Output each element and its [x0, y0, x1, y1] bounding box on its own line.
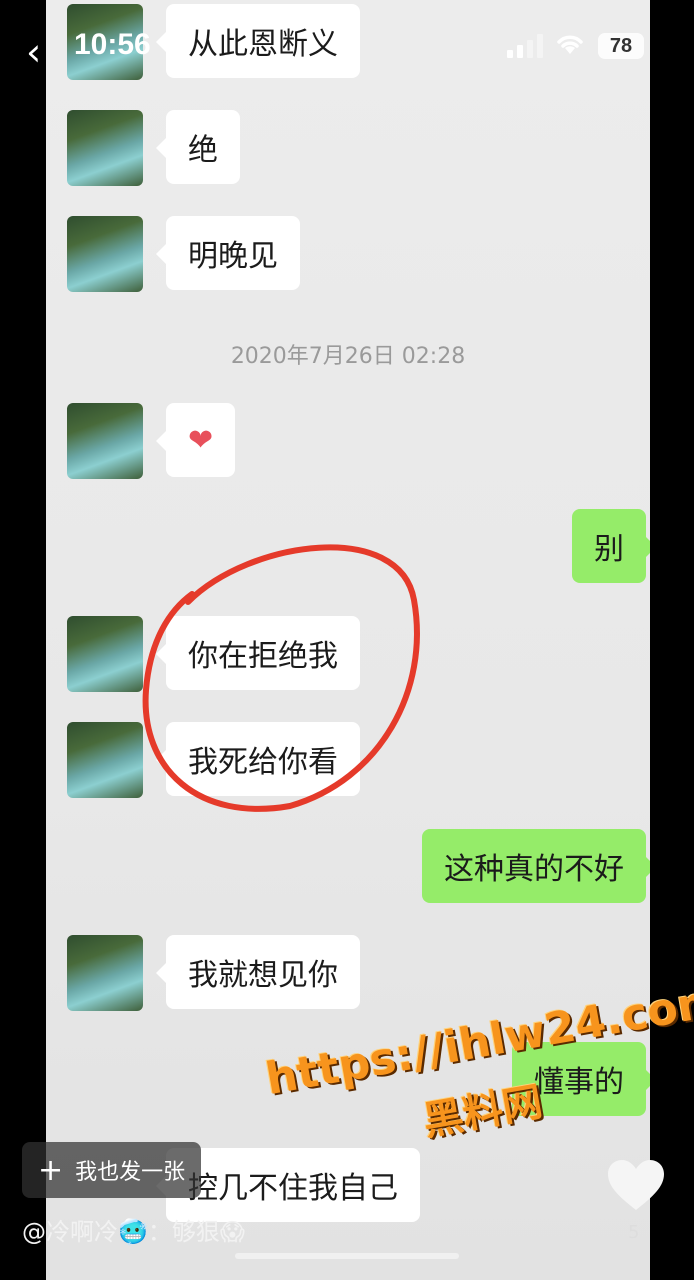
message-bubble: 我就想见你 [156, 935, 360, 1009]
avatar [67, 110, 143, 186]
post-also-button[interactable]: + 我也发一张 [22, 1142, 202, 1198]
message-bubble: 别 [572, 509, 650, 583]
avatar [67, 935, 143, 1011]
message-bubble: 明晚见 [156, 216, 300, 290]
video-screen: 从此恩断义 绝 明晚见 2020年7月26日 02:28 ❤ 别 你在拒绝我 我… [0, 0, 694, 1280]
home-indicator[interactable] [235, 1253, 459, 1259]
like-count: 5 [628, 1222, 640, 1243]
clock: 10:56 [74, 28, 151, 61]
message-bubble: 这种真的不好 [422, 829, 650, 903]
video-caption: @冷啊冷🥶：够狠😱 [22, 1218, 245, 1246]
message-bubble: 绝 [156, 110, 240, 184]
avatar [67, 403, 143, 479]
post-also-label: 我也发一张 [75, 1160, 186, 1185]
avatar [67, 216, 143, 292]
heart-emoji-bubble: ❤ [155, 403, 236, 477]
message-bubble: 控几不住我自己 [156, 1148, 420, 1222]
plus-icon: + [38, 1152, 64, 1188]
wifi-icon [557, 35, 583, 54]
red-circle-annotation [142, 544, 420, 812]
like-heart-icon[interactable] [608, 1160, 664, 1212]
back-icon[interactable]: ‹ [26, 30, 41, 74]
chat-timestamp: 2020年7月26日 02:28 [230, 344, 466, 369]
signal-icon [507, 34, 543, 58]
status-bar: ‹ 10:56 78 [0, 0, 694, 92]
battery-indicator: 78 [598, 33, 644, 59]
